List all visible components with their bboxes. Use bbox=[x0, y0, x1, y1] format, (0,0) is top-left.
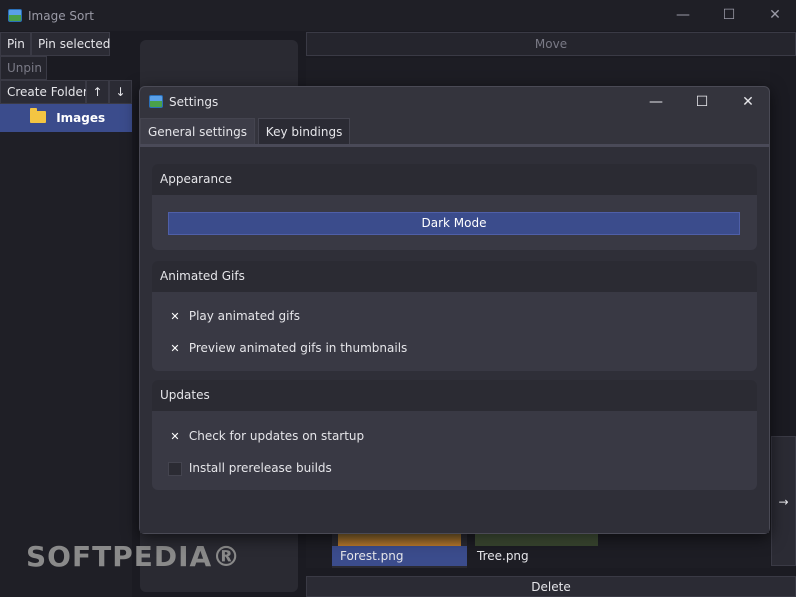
option-label: Play animated gifs bbox=[188, 309, 300, 323]
main-titlebar: Image Sort — ☐ ✕ bbox=[0, 0, 796, 31]
move-down-button[interactable]: ↓ bbox=[109, 80, 132, 104]
updates-group: Updates ✕ Check for updates on startup I… bbox=[152, 380, 757, 490]
preview-animated-gifs-option[interactable]: ✕ Preview animated gifs in thumbnails bbox=[168, 340, 407, 358]
maximize-icon[interactable]: ☐ bbox=[706, 0, 752, 31]
settings-title: Settings bbox=[169, 95, 219, 109]
appearance-group: Appearance Dark Mode bbox=[152, 164, 757, 250]
folder-label: Images bbox=[56, 111, 106, 125]
checkbox-unchecked-icon[interactable] bbox=[168, 461, 182, 476]
checkbox-checked-icon[interactable]: ✕ bbox=[168, 429, 182, 444]
close-icon[interactable]: ✕ bbox=[752, 0, 796, 31]
check-updates-option[interactable]: ✕ Check for updates on startup bbox=[168, 428, 364, 446]
general-settings-panel: Appearance Dark Mode Animated Gifs ✕ Pla… bbox=[140, 147, 769, 533]
move-up-button[interactable]: ↑ bbox=[86, 80, 109, 104]
tab-key-bindings[interactable]: Key bindings bbox=[257, 118, 351, 144]
main-window-title: Image Sort bbox=[28, 9, 94, 23]
updates-header: Updates bbox=[152, 380, 757, 411]
minimize-icon[interactable]: — bbox=[660, 0, 706, 31]
checkbox-checked-icon[interactable]: ✕ bbox=[168, 341, 182, 356]
folder-icon bbox=[30, 108, 46, 123]
app-icon bbox=[8, 9, 22, 22]
folder-item-images[interactable]: Images bbox=[0, 104, 132, 132]
pin-selected-button[interactable]: Pin selected bbox=[31, 32, 110, 56]
softpedia-watermark: SOFTPEDIA® bbox=[26, 540, 242, 573]
delete-button[interactable]: Delete bbox=[306, 576, 796, 597]
move-button[interactable]: Move bbox=[306, 32, 796, 56]
appearance-header: Appearance bbox=[152, 164, 757, 195]
next-page-button[interactable]: → bbox=[771, 436, 796, 566]
settings-maximize-icon[interactable]: ☐ bbox=[679, 87, 725, 117]
create-folder-button[interactable]: Create Folder bbox=[0, 80, 88, 104]
settings-dialog: Settings — ☐ ✕ General settings Key bind… bbox=[139, 86, 770, 534]
settings-tabs: General settings Key bindings bbox=[140, 118, 351, 144]
settings-close-icon[interactable]: ✕ bbox=[725, 87, 771, 117]
animated-gifs-header: Animated Gifs bbox=[152, 261, 757, 292]
thumbnail-label: Forest.png bbox=[332, 546, 467, 566]
pin-button[interactable]: Pin bbox=[0, 32, 31, 56]
animated-gifs-group: Animated Gifs ✕ Play animated gifs ✕ Pre… bbox=[152, 261, 757, 371]
thumbnail-label: Tree.png bbox=[477, 549, 529, 563]
unpin-button[interactable]: Unpin bbox=[0, 56, 47, 80]
option-label: Check for updates on startup bbox=[188, 429, 365, 443]
folder-tree: Images bbox=[0, 104, 132, 597]
checkbox-checked-icon[interactable]: ✕ bbox=[168, 309, 182, 324]
play-animated-gifs-option[interactable]: ✕ Play animated gifs bbox=[168, 308, 300, 326]
prerelease-builds-option[interactable]: Install prerelease builds bbox=[168, 460, 332, 478]
option-label: Preview animated gifs in thumbnails bbox=[188, 341, 408, 355]
settings-minimize-icon[interactable]: — bbox=[633, 87, 679, 117]
settings-app-icon bbox=[149, 95, 163, 108]
tab-general-settings[interactable]: General settings bbox=[140, 118, 255, 144]
dark-mode-button[interactable]: Dark Mode bbox=[168, 212, 740, 235]
option-label: Install prerelease builds bbox=[188, 461, 332, 475]
